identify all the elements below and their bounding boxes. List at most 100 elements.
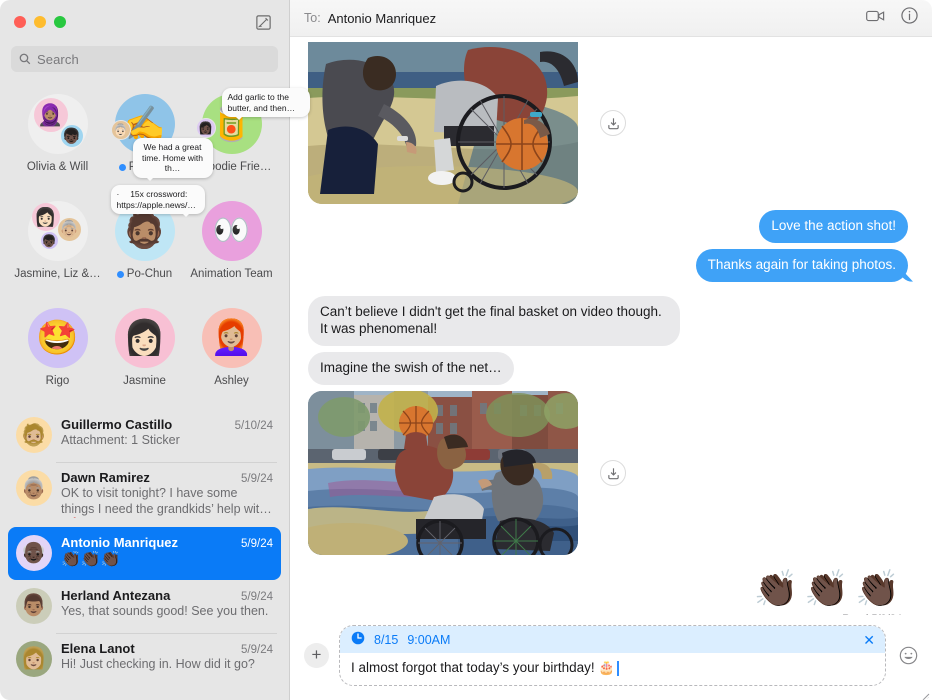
sidebar-titlebar: [0, 0, 289, 44]
message-composer: + 8/15 9:00AM ✕ I almost forgot that tod…: [290, 615, 932, 700]
list-item-header: Antonio Manriquez 5/9/24: [61, 535, 273, 550]
message-preview: Hi! Just checking in. How did it go?: [61, 656, 255, 671]
to-label: To:: [304, 11, 321, 25]
download-icon[interactable]: [600, 460, 626, 487]
list-item-body: Elena Lanot 5/9/24 Hi! Just checking in.…: [61, 641, 273, 673]
tapback-clap[interactable]: 👏🏿: [804, 571, 849, 607]
emoji-smiley-icon[interactable]: [896, 644, 920, 668]
suggestion-time: 9:00AM: [407, 632, 451, 647]
message-input-container: 8/15 9:00AM ✕ I almost forgot that today…: [339, 625, 886, 686]
minimize-window-button[interactable]: [34, 16, 46, 28]
message-input[interactable]: I almost forgot that today’s your birthd…: [340, 653, 885, 685]
pinned-item-olivia-will[interactable]: 🧕🏽 👦🏿 Olivia & Will: [14, 86, 101, 189]
list-item-body: Herland Antezana 5/9/24 Yes, that sounds…: [61, 588, 273, 620]
pinned-conversations: 🧕🏽 👦🏿 Olivia & Will ✍️ 👵🏻 We had a great…: [0, 82, 310, 409]
message-row: Can’t believe I didn't get the final bas…: [308, 295, 908, 347]
message-row: Imagine the swish of the net…: [308, 352, 908, 386]
message-thread[interactable]: Love the action shot! Thanks again for t…: [290, 37, 932, 615]
search-icon: [19, 53, 31, 65]
photo-basketball-wheelchair-shot[interactable]: [308, 391, 578, 556]
info-icon[interactable]: [901, 7, 918, 29]
unread-indicator: [118, 163, 126, 171]
list-item-body: Guillermo Castillo 5/10/24 Attachment: 1…: [61, 417, 273, 449]
list-item-selected[interactable]: 👴🏿 Antonio Manriquez 5/9/24 👏🏿👏🏿👏🏿: [8, 526, 281, 580]
message-row: [308, 391, 908, 556]
tapback-clap[interactable]: 👏🏿: [754, 571, 799, 607]
list-item[interactable]: 👩🏼 Elena Lanot 5/9/24 Hi! Just checking …: [8, 632, 281, 686]
plus-icon[interactable]: +: [304, 643, 329, 668]
contact-name: Guillermo Castillo: [61, 417, 173, 432]
list-item-body: Dawn Ramirez 5/9/24 OK to visit tonight?…: [61, 470, 273, 518]
avatar: 👩🏻: [114, 308, 175, 368]
pinned-item-jasmine-liz-group[interactable]: 👩🏻 👵🏼 👦🏿 Jasmine, Liz &…: [14, 193, 101, 296]
message-row: Thanks again for taking photos.: [308, 248, 908, 282]
pinned-item-label: Rigo: [45, 375, 70, 387]
pinned-item-ashley[interactable]: 👩🏼‍🦰 Ashley: [188, 300, 275, 403]
pinned-preview-bubble: Add garlic to the butter, and then…: [221, 88, 310, 121]
traffic-lights: [14, 16, 66, 28]
pinned-item-po-chun[interactable]: 🧔🏽 · 15x crossword: https://apple.news/……: [101, 185, 205, 296]
list-item[interactable]: 👵🏽 Dawn Ramirez 5/9/24 OK to visit tonig…: [8, 462, 281, 527]
pinned-item-label: Po-Chun: [126, 268, 173, 280]
pinned-item-jasmine[interactable]: 👩🏻 Jasmine: [101, 300, 188, 403]
sidebar: Search 🧕🏽 👦🏿 Olivia & Will ✍️ 👵🏻 We had …: [0, 0, 310, 700]
pinned-item-label: Jasmine, Liz &…: [14, 268, 101, 280]
message-preview: Attachment: 1 Sticker: [61, 433, 180, 447]
tapback-clap[interactable]: 👏🏿: [855, 571, 900, 607]
message-date: 5/9/24: [241, 473, 273, 485]
message-bubble-incoming[interactable]: Imagine the swish of the net…: [308, 352, 514, 386]
resize-grip[interactable]: [920, 688, 930, 700]
recipient-name[interactable]: Antonio Manriquez: [328, 11, 436, 26]
close-icon[interactable]: ✕: [863, 633, 875, 647]
pinned-item-label: Jasmine: [123, 375, 166, 387]
list-item[interactable]: 🧔🏼 Guillermo Castillo 5/10/24 Attachment…: [8, 409, 281, 462]
conversation-list: 🧔🏼 Guillermo Castillo 5/10/24 Attachment…: [0, 409, 289, 700]
messages-window: Search 🧕🏽 👦🏿 Olivia & Will ✍️ 👵🏻 We had …: [0, 0, 932, 700]
contact-name: Herland Antezana: [61, 587, 171, 603]
contact-name: Antonio Manriquez: [61, 534, 178, 550]
message-date: 5/9/24: [241, 590, 273, 603]
avatar: 👵🏽: [16, 470, 52, 506]
download-icon[interactable]: [600, 110, 626, 136]
sender-mini-avatar: 👵🏻: [110, 120, 131, 140]
pinned-item-label-wrap: Jasmine, Liz &…: [14, 268, 100, 280]
message-input-value: I almost forgot that today’s your birthd…: [351, 660, 616, 675]
message-bubble-outgoing[interactable]: Love the action shot!: [759, 210, 908, 243]
avatar: ✍️ 👵🏻 We had a great time. Home with th…: [110, 94, 213, 181]
pinned-item-label-wrap: Ashley: [214, 375, 249, 387]
pinned-item-label-wrap: Po-Chun: [116, 268, 173, 280]
message-row: Love the action shot!: [308, 210, 908, 243]
message-bubble-outgoing[interactable]: Thanks again for taking photos.: [695, 248, 908, 282]
avatar: 👴🏿: [16, 534, 52, 571]
avatar: 🧔🏽 · 15x crossword: https://apple.news/…: [110, 185, 205, 261]
message-bubble-incoming[interactable]: Can’t believe I didn't get the final bas…: [308, 295, 680, 347]
avatar: 👀: [201, 201, 262, 261]
pinned-item-label: Animation Team: [190, 268, 273, 280]
contact-name: Dawn Ramirez: [61, 470, 150, 485]
list-item-header: Elena Lanot 5/9/24: [61, 641, 273, 656]
avatar: 👩🏻 👵🏼 👦🏿: [27, 201, 88, 261]
pinned-preview-bubble: We had a great time. Home with th…: [132, 138, 213, 181]
video-camera-icon[interactable]: [866, 9, 885, 28]
pinned-item-label-wrap: Jasmine: [123, 375, 166, 387]
compose-icon[interactable]: [251, 10, 275, 34]
pinned-item-rigo[interactable]: 🤩 Rigo: [14, 300, 101, 403]
datetime-suggestion-bar[interactable]: 8/15 9:00AM ✕: [340, 626, 885, 653]
avatar: 🧕🏽 👦🏿: [27, 94, 88, 154]
list-item-header: Guillermo Castillo 5/10/24: [61, 417, 273, 432]
search-input[interactable]: Search: [11, 46, 278, 72]
avatar: 🧔🏼: [16, 417, 52, 453]
pinned-item-label-wrap: Animation Team: [190, 268, 272, 280]
list-item[interactable]: 👨🏽 Herland Antezana 5/9/24 Yes, that sou…: [8, 580, 281, 633]
close-window-button[interactable]: [14, 16, 26, 28]
tapback-reactions[interactable]: 👏🏿 👏🏿 👏🏿: [308, 571, 908, 607]
maximize-window-button[interactable]: [54, 16, 66, 28]
search-placeholder: Search: [37, 51, 79, 67]
list-item-header: Dawn Ramirez 5/9/24: [61, 470, 273, 485]
message-preview: OK to visit tonight? I have some things …: [61, 486, 270, 516]
photo-basketball-wheelchair-dribble[interactable]: [308, 42, 578, 204]
avatar: 👩🏼: [16, 640, 52, 677]
list-item-header: Herland Antezana 5/9/24: [61, 588, 273, 603]
pinned-item-penpals[interactable]: ✍️ 👵🏻 We had a great time. Home with th……: [101, 86, 213, 189]
message-date: 5/9/24: [241, 537, 273, 550]
